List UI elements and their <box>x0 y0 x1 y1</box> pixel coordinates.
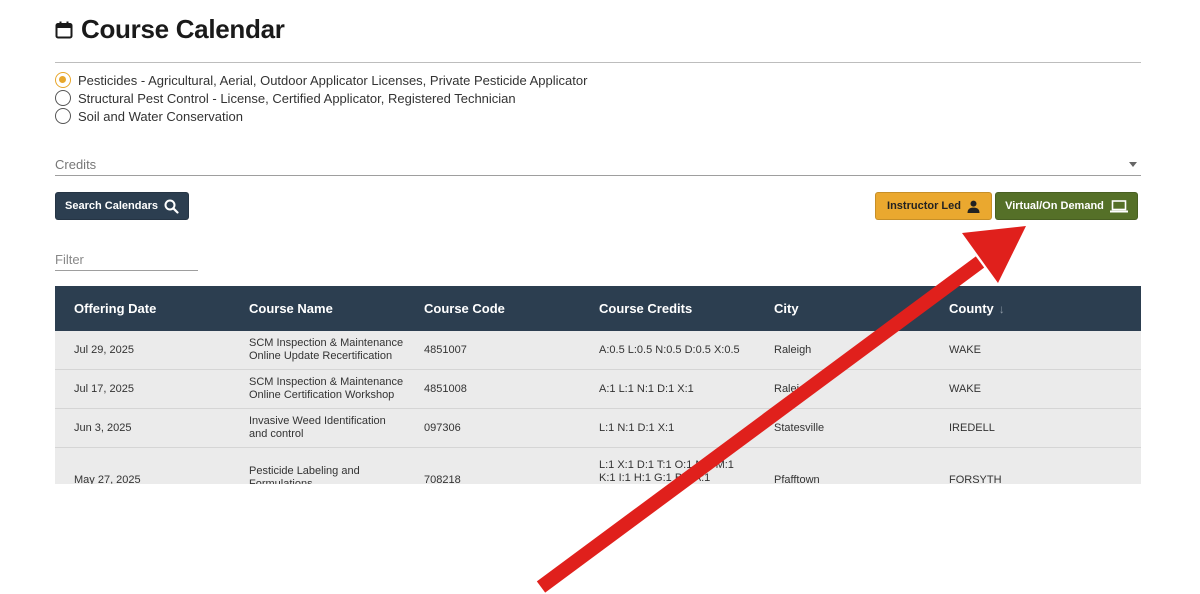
radio-button[interactable] <box>55 90 71 106</box>
page-header: Course Calendar <box>55 14 285 45</box>
cell-offering-date: Jun 3, 2025 <box>74 421 132 434</box>
cell-county: FORSYTH <box>949 474 1002 484</box>
radio-option-pesticides[interactable]: Pesticides - Agricultural, Aerial, Outdo… <box>55 71 587 89</box>
instructor-led-button[interactable]: Instructor Led <box>875 192 992 220</box>
calendar-icon <box>55 21 73 38</box>
cell-city: Raleigh <box>774 382 812 395</box>
radio-option-structural-pest-control[interactable]: Structural Pest Control - License, Certi… <box>55 89 587 107</box>
cell-course-credits: L:1 N:1 D:1 X:1 <box>599 421 675 434</box>
cell-county: WAKE <box>949 382 981 395</box>
cell-county: WAKE <box>949 343 981 356</box>
cell-course-credits: A:0.5 L:0.5 N:0.5 D:0.5 X:0.5 <box>599 343 740 356</box>
credits-select[interactable]: Credits <box>55 153 1141 176</box>
radio-button[interactable] <box>55 108 71 124</box>
cell-offering-date: May 27, 2025 <box>74 474 141 484</box>
category-radio-group: Pesticides - Agricultural, Aerial, Outdo… <box>55 71 587 125</box>
cell-offering-date: Jul 17, 2025 <box>74 382 134 395</box>
radio-label: Pesticides - Agricultural, Aerial, Outdo… <box>78 72 588 88</box>
cell-city: Statesville <box>774 421 825 434</box>
column-header-course-credits[interactable]: Course Credits <box>580 301 755 316</box>
sort-arrow-down-icon[interactable]: ↓ <box>999 302 1005 316</box>
table-header: Offering Date Course Name Course Code Co… <box>55 286 1141 331</box>
page-title: Course Calendar <box>81 14 285 44</box>
column-header-offering-date[interactable]: Offering Date <box>55 301 230 316</box>
cell-course-credits: L:1 X:1 D:1 T:1 O:1 N:1 M:1 K:1 I:1 H:1 … <box>599 459 734 484</box>
cell-offering-date: Jul 29, 2025 <box>74 343 134 356</box>
search-icon <box>164 199 179 214</box>
cell-course-name: Pesticide Labeling and Formulations <box>249 465 360 484</box>
radio-label: Structural Pest Control - License, Certi… <box>78 90 516 106</box>
cell-course-code: 4851007 <box>424 343 467 356</box>
cell-course-code: 097306 <box>424 421 461 434</box>
filter-input[interactable] <box>55 249 198 271</box>
virtual-on-demand-label: Virtual/On Demand <box>1005 200 1104 212</box>
cell-city: Raleigh <box>774 343 812 356</box>
course-table: Offering Date Course Name Course Code Co… <box>55 286 1141 484</box>
virtual-on-demand-button[interactable]: Virtual/On Demand <box>995 192 1138 220</box>
cell-course-name: SCM Inspection & Maintenance Online Upda… <box>249 337 404 362</box>
column-header-county[interactable]: County ↓ <box>930 301 1141 316</box>
cell-course-code: 708218 <box>424 474 461 484</box>
column-header-course-name[interactable]: Course Name <box>230 301 405 316</box>
table-row[interactable]: May 27, 2025 Pesticide Labeling and Form… <box>55 448 1141 484</box>
radio-button-checked[interactable] <box>55 72 71 88</box>
column-header-city[interactable]: City <box>755 301 930 316</box>
instructor-led-label: Instructor Led <box>887 200 961 212</box>
column-header-course-code[interactable]: Course Code <box>405 301 580 316</box>
search-calendars-label: Search Calendars <box>65 200 158 212</box>
person-icon <box>967 200 980 213</box>
table-row[interactable]: Jul 17, 2025 SCM Inspection & Maintenanc… <box>55 370 1141 409</box>
table-row[interactable]: Jun 3, 2025 Invasive Weed Identification… <box>55 409 1141 448</box>
title-divider <box>55 62 1141 63</box>
radio-label: Soil and Water Conservation <box>78 108 243 124</box>
credits-select-placeholder: Credits <box>55 156 97 172</box>
table-row[interactable]: Jul 29, 2025 SCM Inspection & Maintenanc… <box>55 331 1141 370</box>
cell-city: Pfafftown <box>774 474 820 484</box>
search-calendars-button[interactable]: Search Calendars <box>55 192 189 220</box>
cell-county: IREDELL <box>949 421 995 434</box>
cell-course-credits: A:1 L:1 N:1 D:1 X:1 <box>599 382 694 395</box>
cell-course-code: 4851008 <box>424 382 467 395</box>
laptop-icon <box>1109 199 1128 212</box>
radio-option-soil-water[interactable]: Soil and Water Conservation <box>55 107 587 125</box>
chevron-down-icon <box>1129 161 1137 167</box>
cell-course-name: SCM Inspection & Maintenance Online Cert… <box>249 376 404 401</box>
cell-course-name: Invasive Weed Identification and control <box>249 415 386 440</box>
